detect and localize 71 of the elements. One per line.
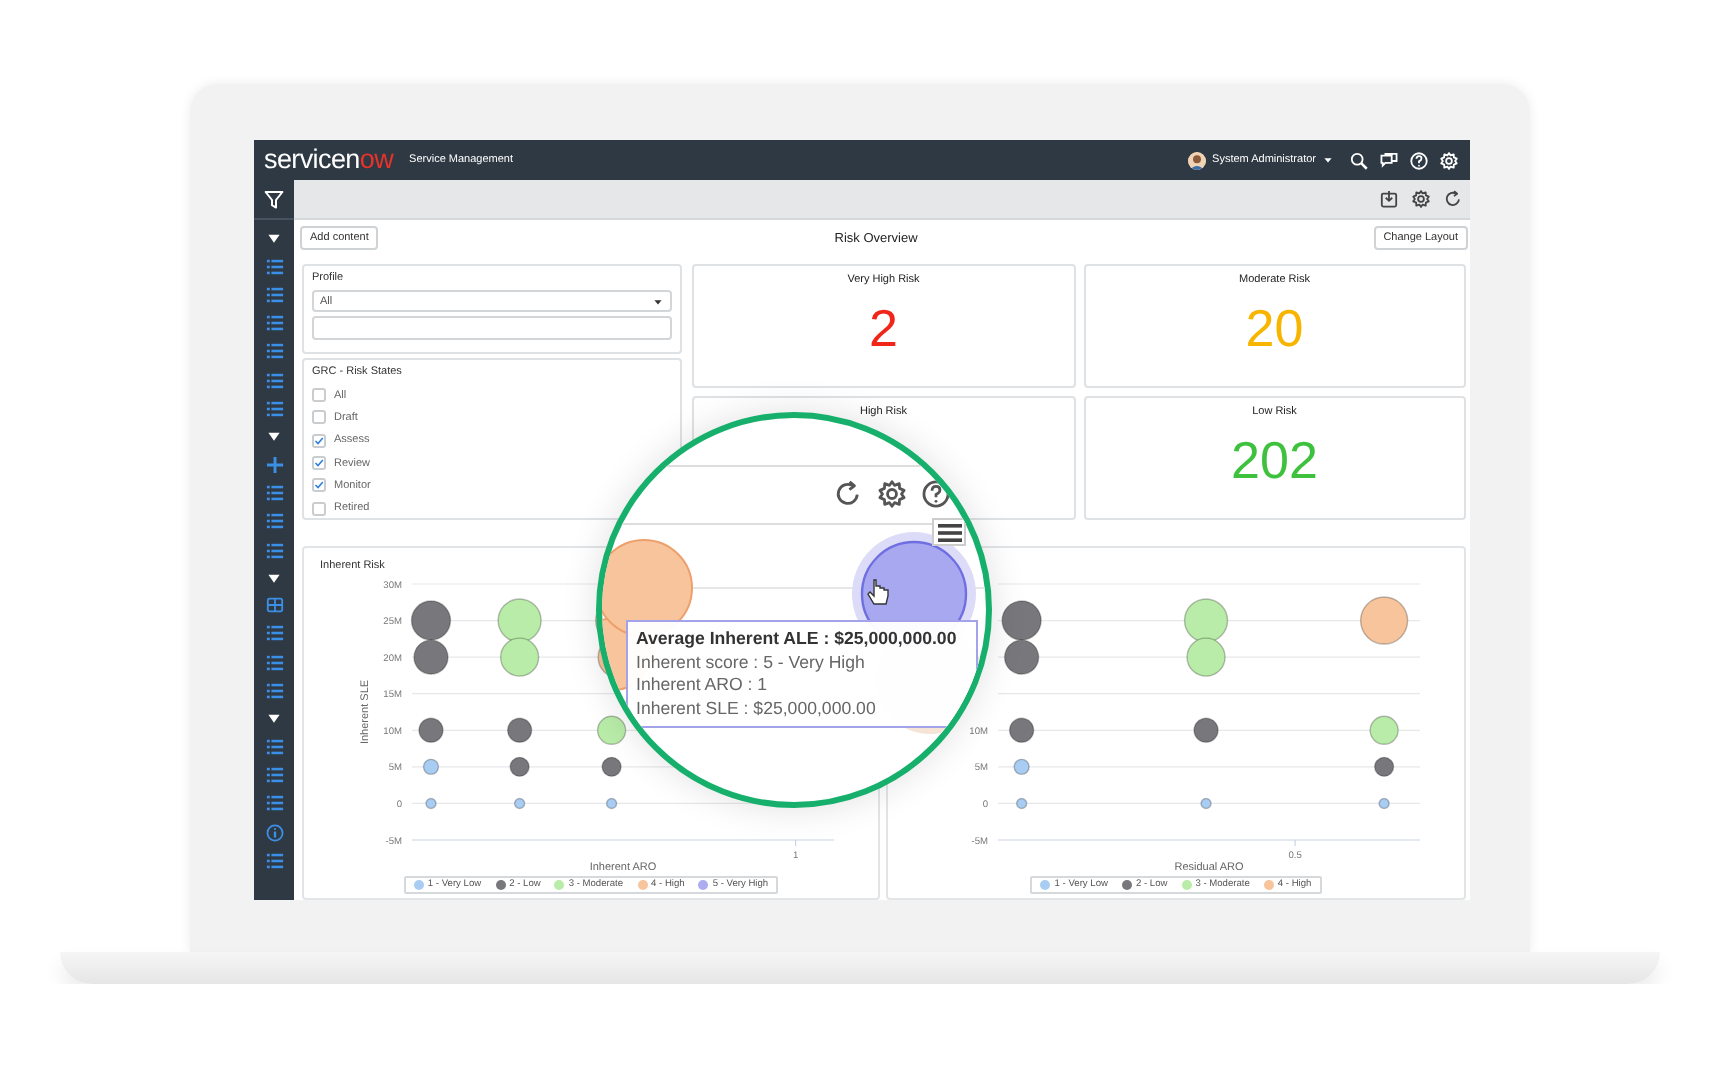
list-icon[interactable] — [265, 371, 283, 390]
bubble[interactable] — [422, 758, 440, 776]
bubble[interactable] — [1012, 758, 1029, 776]
collapse-icon[interactable] — [266, 710, 282, 727]
bubble[interactable] — [1000, 600, 1041, 641]
list-icon[interactable] — [265, 737, 283, 756]
list-icon[interactable] — [265, 257, 283, 276]
hand-cursor-icon — [867, 579, 889, 605]
checkbox[interactable] — [312, 478, 326, 493]
bubble[interactable] — [601, 756, 622, 778]
settings-icon[interactable] — [878, 480, 906, 508]
list-icon[interactable] — [265, 285, 283, 304]
bubble[interactable] — [1192, 717, 1218, 743]
checkbox[interactable] — [312, 456, 326, 471]
input-field[interactable] — [312, 316, 672, 340]
checkbox[interactable] — [312, 388, 326, 403]
caret-icon — [1322, 154, 1334, 166]
list-icon[interactable] — [265, 512, 283, 531]
caret-icon — [652, 295, 664, 307]
bubble[interactable] — [509, 756, 530, 778]
metric-value: 20 — [1245, 298, 1304, 358]
tooltip-title: Average Inherent ALE : $25,000,000.00 — [636, 628, 957, 652]
metric-value: 2 — [869, 298, 898, 358]
list-icon[interactable] — [265, 400, 283, 419]
list-icon[interactable] — [265, 624, 283, 643]
bubble[interactable] — [605, 797, 618, 810]
bubble[interactable] — [1002, 639, 1039, 675]
list-icon[interactable] — [265, 342, 283, 361]
tooltip-line: Inherent SLE : $25,000,000.00 — [636, 697, 878, 721]
bubble[interactable] — [425, 797, 437, 810]
list-icon[interactable] — [265, 541, 283, 560]
bubble[interactable] — [418, 717, 444, 743]
collapse-icon[interactable] — [266, 428, 282, 445]
chat-icon[interactable] — [1380, 151, 1398, 169]
logo: servicenow — [264, 146, 394, 174]
tooltip-line: Inherent ARO : 1 — [636, 674, 770, 698]
bubble[interactable] — [410, 600, 452, 641]
bubble[interactable] — [506, 717, 533, 743]
list-icon[interactable] — [265, 765, 283, 784]
bubble[interactable] — [1377, 797, 1389, 810]
info-icon[interactable] — [265, 823, 283, 842]
list-icon[interactable] — [265, 682, 283, 701]
chart-menu-button[interactable] — [932, 518, 966, 546]
list-icon[interactable] — [265, 851, 283, 870]
bubble[interactable] — [1199, 797, 1211, 810]
checkbox[interactable] — [312, 433, 326, 448]
bubble[interactable] — [1007, 717, 1034, 743]
settings-icon[interactable] — [1412, 190, 1430, 208]
refresh-icon[interactable] — [1444, 190, 1462, 208]
bubble[interactable] — [413, 639, 449, 675]
collapse-icon[interactable] — [266, 230, 282, 247]
checkbox[interactable] — [312, 501, 326, 516]
bubble[interactable] — [1014, 797, 1027, 810]
avatar-icon — [1188, 151, 1207, 169]
bubble[interactable] — [513, 797, 526, 810]
list-icon[interactable] — [265, 794, 283, 813]
list-icon[interactable] — [265, 653, 283, 672]
menu-icon — [937, 523, 961, 541]
metric-value: 202 — [1231, 430, 1318, 490]
list-icon[interactable] — [265, 314, 283, 333]
add-icon[interactable] — [265, 455, 283, 474]
bubble[interactable] — [1372, 756, 1394, 778]
refresh-icon[interactable] — [834, 480, 862, 508]
list-icon[interactable] — [265, 483, 283, 502]
help-icon[interactable] — [922, 480, 950, 508]
tooltip-line: Inherent score : 5 - Very High — [636, 651, 867, 675]
checkbox[interactable] — [312, 410, 326, 425]
download-icon[interactable] — [1380, 190, 1398, 208]
collapse-icon[interactable] — [266, 569, 282, 586]
search-icon[interactable] — [1350, 151, 1368, 169]
filter-icon[interactable] — [264, 190, 284, 210]
